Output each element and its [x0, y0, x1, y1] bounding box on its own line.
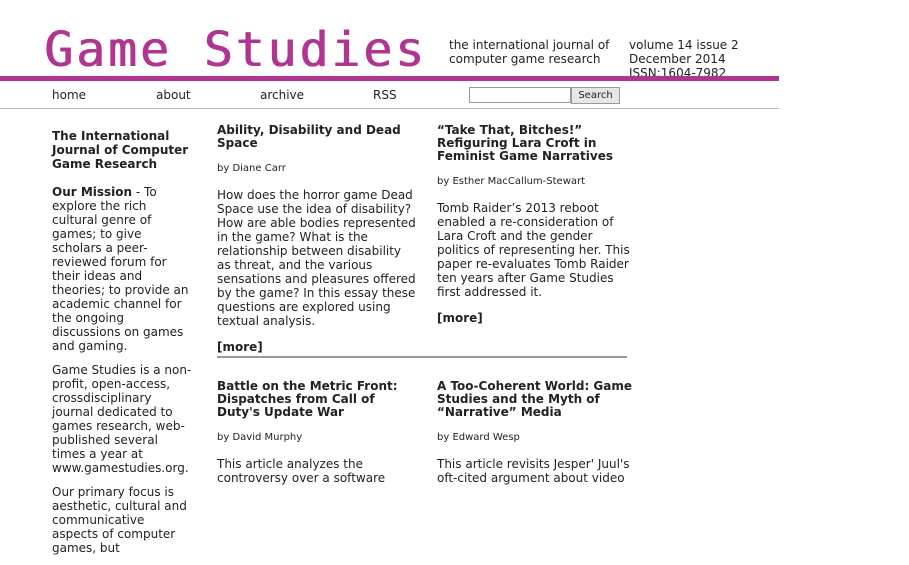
- article-more-link[interactable]: [more]: [217, 340, 263, 354]
- nav-home-link[interactable]: home: [52, 88, 86, 102]
- article-title[interactable]: “Take That, Bitches!” Refiguring Lara Cr…: [437, 124, 637, 163]
- nav-archive-link[interactable]: archive: [260, 88, 304, 102]
- mission-paragraph: Our Mission - To explore the rich cultur…: [52, 185, 192, 353]
- sidebar-title: The International Journal of Computer Ga…: [52, 129, 189, 171]
- nav-about-link[interactable]: about: [156, 88, 191, 102]
- about-paragraph: Game Studies is a non-profit, open-acces…: [52, 363, 192, 475]
- issue-date: December 2014: [629, 52, 726, 66]
- sidebar: The International Journal of Computer Ga…: [52, 129, 192, 565]
- article-author: by David Murphy: [217, 432, 303, 443]
- article-card: Ability, Disability and Dead Space by Di…: [217, 124, 417, 355]
- article-title[interactable]: Ability, Disability and Dead Space: [217, 124, 417, 150]
- site-logo[interactable]: Game Studies: [44, 24, 427, 76]
- article-card: A Too-Coherent World: Game Studies and t…: [437, 380, 637, 497]
- article-abstract: This article revisits Jesper' Juul's oft…: [437, 457, 630, 485]
- article-card: Battle on the Metric Front: Dispatches f…: [217, 380, 417, 497]
- issue-info: volume 14 issue 2 December 2014 ISSN:160…: [629, 38, 779, 80]
- mission-text: - To explore the rich cultural genre of …: [52, 185, 189, 353]
- journal-tagline: the international journal of computer ga…: [449, 38, 610, 66]
- issue-volume: volume 14 issue 2: [629, 38, 739, 52]
- article-abstract: Tomb Raider’s 2013 reboot enabled a re-c…: [437, 201, 630, 299]
- article-abstract: This article analyzes the controversy ov…: [217, 457, 386, 485]
- article-author: by Diane Carr: [217, 163, 286, 174]
- article-title[interactable]: A Too-Coherent World: Game Studies and t…: [437, 380, 637, 419]
- search-button[interactable]: Search: [571, 87, 620, 104]
- article-more-link[interactable]: [more]: [437, 311, 483, 325]
- nav-divider: [0, 108, 779, 109]
- focus-paragraph: Our primary focus is aesthetic, cultural…: [52, 485, 187, 555]
- article-author: by Esther MacCallum-Stewart: [437, 176, 586, 187]
- article-abstract: How does the horror game Dead Space use …: [217, 188, 416, 328]
- article-author: by Edward Wesp: [437, 432, 520, 443]
- article-title[interactable]: Battle on the Metric Front: Dispatches f…: [217, 380, 417, 419]
- mission-heading: Our Mission: [52, 185, 133, 199]
- nav-rss-link[interactable]: RSS: [373, 88, 397, 102]
- header-bar: [0, 76, 779, 81]
- article-divider: [217, 356, 627, 358]
- article-card: “Take That, Bitches!” Refiguring Lara Cr…: [437, 124, 637, 326]
- search-input[interactable]: [469, 87, 571, 103]
